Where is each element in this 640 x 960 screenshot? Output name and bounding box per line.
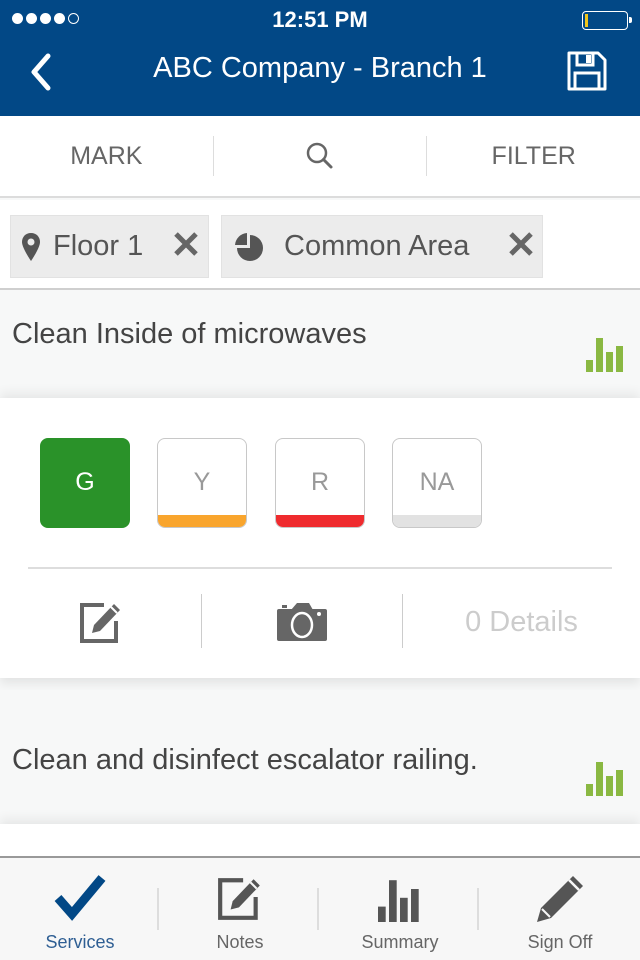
search-button[interactable] <box>214 115 427 197</box>
rating-yellow-button[interactable]: Y <box>157 438 247 528</box>
pie-chart-icon <box>235 232 263 261</box>
tab-label: Sign Off <box>527 932 593 952</box>
pencil-icon <box>537 876 583 922</box>
page-title: ABC Company - Branch 1 <box>153 52 487 84</box>
filter-chip-label: Floor 1 <box>53 230 144 262</box>
tab-summary[interactable]: Summary <box>320 858 480 960</box>
save-button[interactable] <box>566 50 608 92</box>
tab-divider <box>157 888 159 930</box>
rating-color-bar <box>158 515 246 527</box>
tab-services[interactable]: Services <box>0 858 160 960</box>
rating-label: Y <box>193 468 211 496</box>
tab-sign-off[interactable]: Sign Off <box>480 858 640 960</box>
bar-chart-icon[interactable] <box>586 336 626 372</box>
task-title: Clean Inside of microwaves <box>12 318 367 350</box>
rating-label: G <box>75 468 95 496</box>
filter-button[interactable]: FILTER <box>427 115 640 197</box>
close-icon <box>509 232 533 256</box>
tab-label: Summary <box>361 932 439 952</box>
floppy-disk-icon <box>567 51 607 91</box>
tab-divider <box>477 888 479 930</box>
details-count: 0 Details <box>465 605 578 638</box>
rating-label: NA <box>419 468 455 496</box>
filter-chip-label: Common Area <box>284 230 470 262</box>
mark-button[interactable]: MARK <box>0 115 213 197</box>
card-divider <box>28 567 612 569</box>
active-filters: Floor 1 Common Area <box>0 200 640 290</box>
details-button[interactable]: 0 Details <box>403 594 640 650</box>
task-item[interactable]: Clean and disinfect escalator railing. <box>0 690 640 824</box>
bar-chart-icon <box>378 880 419 922</box>
app-header: 12:51 PM ABC Company - Branch 1 <box>0 0 640 116</box>
search-icon <box>306 142 333 169</box>
tab-label: Services <box>45 932 115 952</box>
filter-chip-floor[interactable]: Floor 1 <box>10 215 209 278</box>
tab-divider <box>317 888 319 930</box>
checkmark-icon <box>54 875 106 921</box>
remove-filter-button[interactable] <box>508 228 534 265</box>
rating-color-bar <box>393 515 481 527</box>
task-rating-card: G Y R NA 0 Details <box>0 398 640 678</box>
edit-note-icon <box>79 603 120 643</box>
rating-label: R <box>310 468 330 496</box>
card-actions: 0 Details <box>0 594 640 650</box>
remove-filter-button[interactable] <box>173 228 199 265</box>
status-bar: 12:51 PM <box>0 0 640 40</box>
toolbar: MARK FILTER <box>0 116 640 198</box>
edit-note-icon <box>218 878 260 920</box>
rating-na-button[interactable]: NA <box>392 438 482 528</box>
filter-chip-area[interactable]: Common Area <box>221 215 543 278</box>
tab-notes[interactable]: Notes <box>160 858 320 960</box>
add-photo-button[interactable] <box>202 594 402 650</box>
battery-icon <box>582 11 632 30</box>
tab-label: Notes <box>216 932 264 952</box>
map-pin-icon <box>22 232 40 261</box>
close-icon <box>174 232 198 256</box>
tab-bar: Services Notes Summary Sign Off <box>0 856 640 960</box>
rating-green-button[interactable]: G <box>40 438 130 528</box>
task-title: Clean and disinfect escalator railing. <box>12 744 478 776</box>
bar-chart-icon[interactable] <box>586 760 626 796</box>
nav-bar: ABC Company - Branch 1 <box>0 40 640 116</box>
status-time: 12:51 PM <box>272 7 368 32</box>
rating-red-button[interactable]: R <box>275 438 365 528</box>
add-note-button[interactable] <box>0 594 201 650</box>
rating-color-bar <box>276 515 364 527</box>
task-item[interactable]: Clean Inside of microwaves <box>0 292 640 398</box>
camera-icon <box>277 603 327 641</box>
